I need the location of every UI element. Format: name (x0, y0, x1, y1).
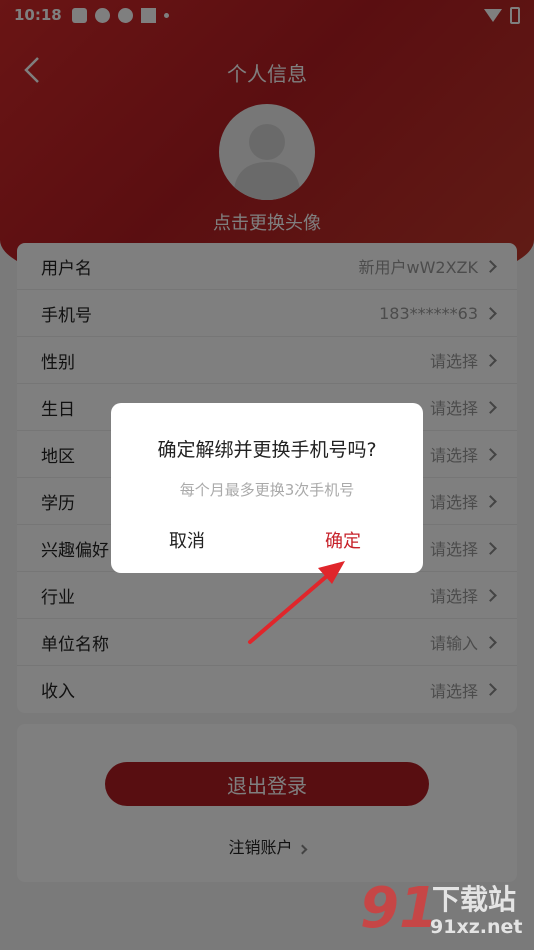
watermark-logo: 91 (360, 876, 438, 941)
watermark-url: 91xz.net (430, 916, 523, 938)
dialog-subtitle: 每个月最多更换3次手机号 (179, 481, 355, 499)
watermark: 91 下载站 91xz.net (360, 876, 530, 946)
confirm-dialog: 确定解绑并更换手机号吗? 每个月最多更换3次手机号 取消 确定 (111, 403, 423, 573)
dialog-cancel-button[interactable]: 取消 (169, 527, 205, 553)
dialog-confirm-button[interactable]: 确定 (325, 527, 361, 553)
dialog-title: 确定解绑并更换手机号吗? (157, 439, 377, 461)
watermark-text: 下载站 (432, 883, 517, 916)
